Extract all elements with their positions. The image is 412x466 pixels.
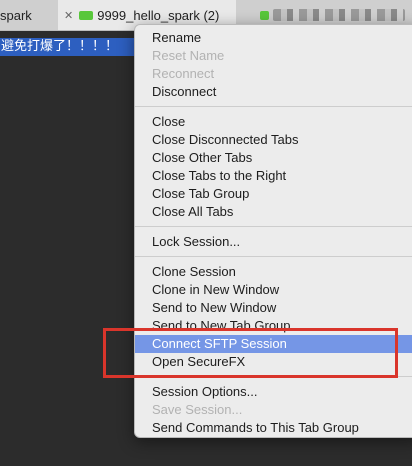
tab-label: 9999_hello_spark (2) bbox=[97, 7, 220, 23]
menu-item-close-disconnected-tabs[interactable]: Close Disconnected Tabs bbox=[135, 131, 412, 149]
menu-separator bbox=[135, 106, 412, 107]
menu-item-close-other-tabs[interactable]: Close Other Tabs bbox=[135, 149, 412, 167]
menu-item-save-session: Save Session... bbox=[152, 402, 243, 417]
menu-item-clone-new-window[interactable]: Clone in New Window bbox=[135, 281, 412, 299]
menu-item-reconnect: Reconnect bbox=[152, 66, 215, 81]
menu-item-lock-session[interactable]: Lock Session... bbox=[135, 233, 412, 251]
connected-status-icon bbox=[260, 10, 269, 20]
menu-item-close[interactable]: Close bbox=[135, 113, 412, 131]
close-icon[interactable]: ✕ bbox=[64, 9, 73, 22]
tab-spark[interactable]: spark bbox=[0, 0, 59, 30]
menu-item-send-commands-tab-group[interactable]: Send Commands to This Tab Group bbox=[135, 419, 412, 437]
menu-item-disconnect[interactable]: Disconnect bbox=[135, 83, 412, 101]
connected-status-icon bbox=[79, 10, 94, 20]
menu-item-close-tabs-right[interactable]: Close Tabs to the Right bbox=[135, 167, 412, 185]
menu-item-send-new-window[interactable]: Send to New Window bbox=[135, 299, 412, 317]
menu-item-clone-session[interactable]: Clone Session bbox=[135, 263, 412, 281]
red-highlight-annotation bbox=[103, 328, 398, 378]
menu-separator bbox=[135, 256, 412, 257]
terminal-selected-text: 避免打爆了！！！！ bbox=[0, 38, 135, 56]
redacted-tab-label bbox=[273, 9, 405, 21]
menu-item-reset-name: Reset Name bbox=[152, 48, 225, 63]
menu-item-session-options[interactable]: Session Options... bbox=[135, 383, 412, 401]
menu-item-rename[interactable]: Rename bbox=[135, 29, 412, 47]
menu-item-close-all-tabs[interactable]: Close All Tabs bbox=[135, 203, 412, 221]
tab-label: spark bbox=[0, 7, 32, 23]
menu-separator bbox=[135, 226, 412, 227]
menu-item-close-tab-group[interactable]: Close Tab Group bbox=[135, 185, 412, 203]
